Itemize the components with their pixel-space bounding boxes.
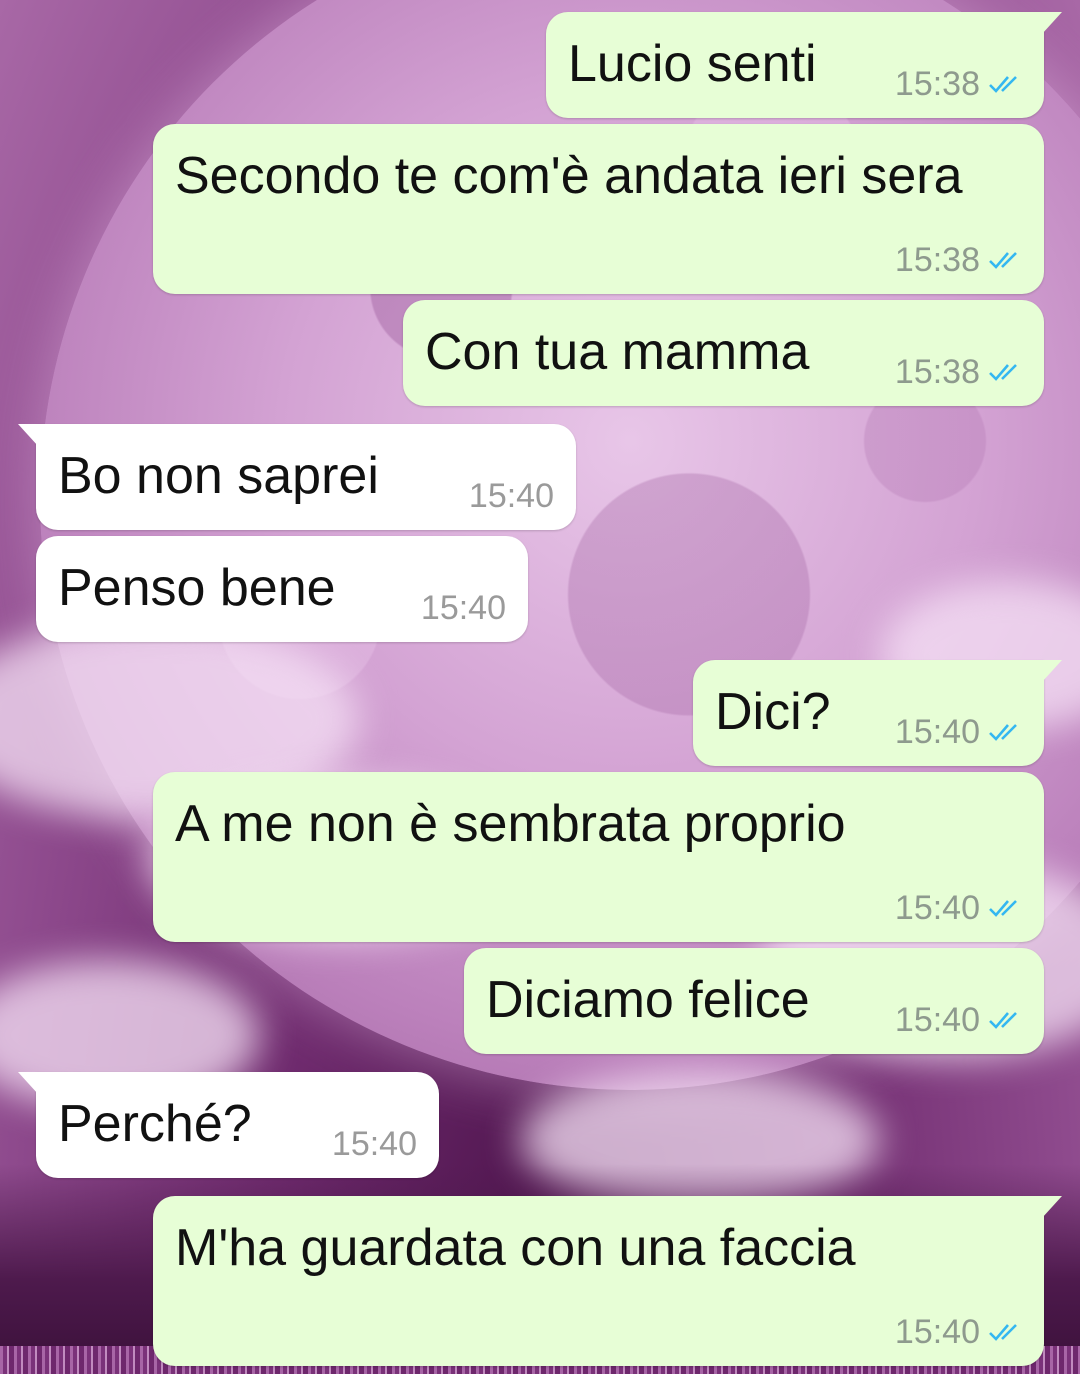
message-text: M'ha guardata con una faccia [175,1219,856,1277]
message-meta: 15:40 [895,1312,1024,1352]
message-text: Diciamo felice [486,971,810,1029]
message-text: Bo non saprei [58,447,379,505]
message-meta: 15:40 [421,588,506,628]
message-bubble-incoming[interactable]: Perché? 15:40 [18,1072,439,1178]
message-time: 15:40 [331,1125,417,1163]
message-bubble-outgoing[interactable]: A me non è sembrata proprio 15:40 [153,772,1044,942]
message-bubble-outgoing[interactable]: Lucio senti 15:38 [546,12,1062,118]
message-text: A me non è sembrata proprio [175,795,846,853]
message-text: Con tua mamma [425,323,810,381]
read-double-check-icon [988,248,1024,272]
message-meta: 15:38 [895,352,1024,392]
message-meta: 15:40 [895,888,1024,928]
message-meta: 15:40 [469,476,554,516]
message-time: 15:40 [894,1001,980,1039]
message-bubble-incoming[interactable]: Bo non saprei 15:40 [18,424,576,530]
read-double-check-icon [988,360,1024,384]
read-double-check-icon [988,720,1024,744]
message-time: 15:40 [894,713,980,751]
message-time: 15:38 [894,353,980,391]
message-meta: 15:40 [332,1124,417,1164]
message-text: Dici? [715,683,831,741]
read-double-check-icon [988,1320,1024,1344]
message-text: Perché? [58,1095,252,1153]
message-time: 15:40 [468,477,554,515]
message-text: Penso bene [58,559,336,617]
message-bubble-outgoing[interactable]: Secondo te com'è andata ieri sera 15:38 [153,124,1044,294]
message-time: 15:38 [894,65,980,103]
message-text: Lucio senti [568,35,817,93]
message-bubble-outgoing[interactable]: Con tua mamma 15:38 [403,300,1044,406]
message-bubble-outgoing[interactable]: M'ha guardata con una faccia 15:40 [153,1196,1062,1366]
read-double-check-icon [988,896,1024,920]
message-meta: 15:38 [895,240,1024,280]
message-time: 15:40 [894,1313,980,1351]
chat-message-list[interactable]: Lucio senti 15:38 Secondo te com'è andat… [0,0,1080,1374]
read-double-check-icon [988,72,1024,96]
message-meta: 15:38 [895,64,1024,104]
message-bubble-outgoing[interactable]: Dici? 15:40 [693,660,1062,766]
message-meta: 15:40 [895,712,1024,752]
message-time: 15:40 [894,889,980,927]
message-time: 15:38 [894,241,980,279]
message-text: Secondo te com'è andata ieri sera [175,147,963,205]
message-meta: 15:40 [895,1000,1024,1040]
message-bubble-incoming[interactable]: Penso bene 15:40 [36,536,528,642]
read-double-check-icon [988,1008,1024,1032]
message-bubble-outgoing[interactable]: Diciamo felice 15:40 [464,948,1044,1054]
message-time: 15:40 [420,589,506,627]
